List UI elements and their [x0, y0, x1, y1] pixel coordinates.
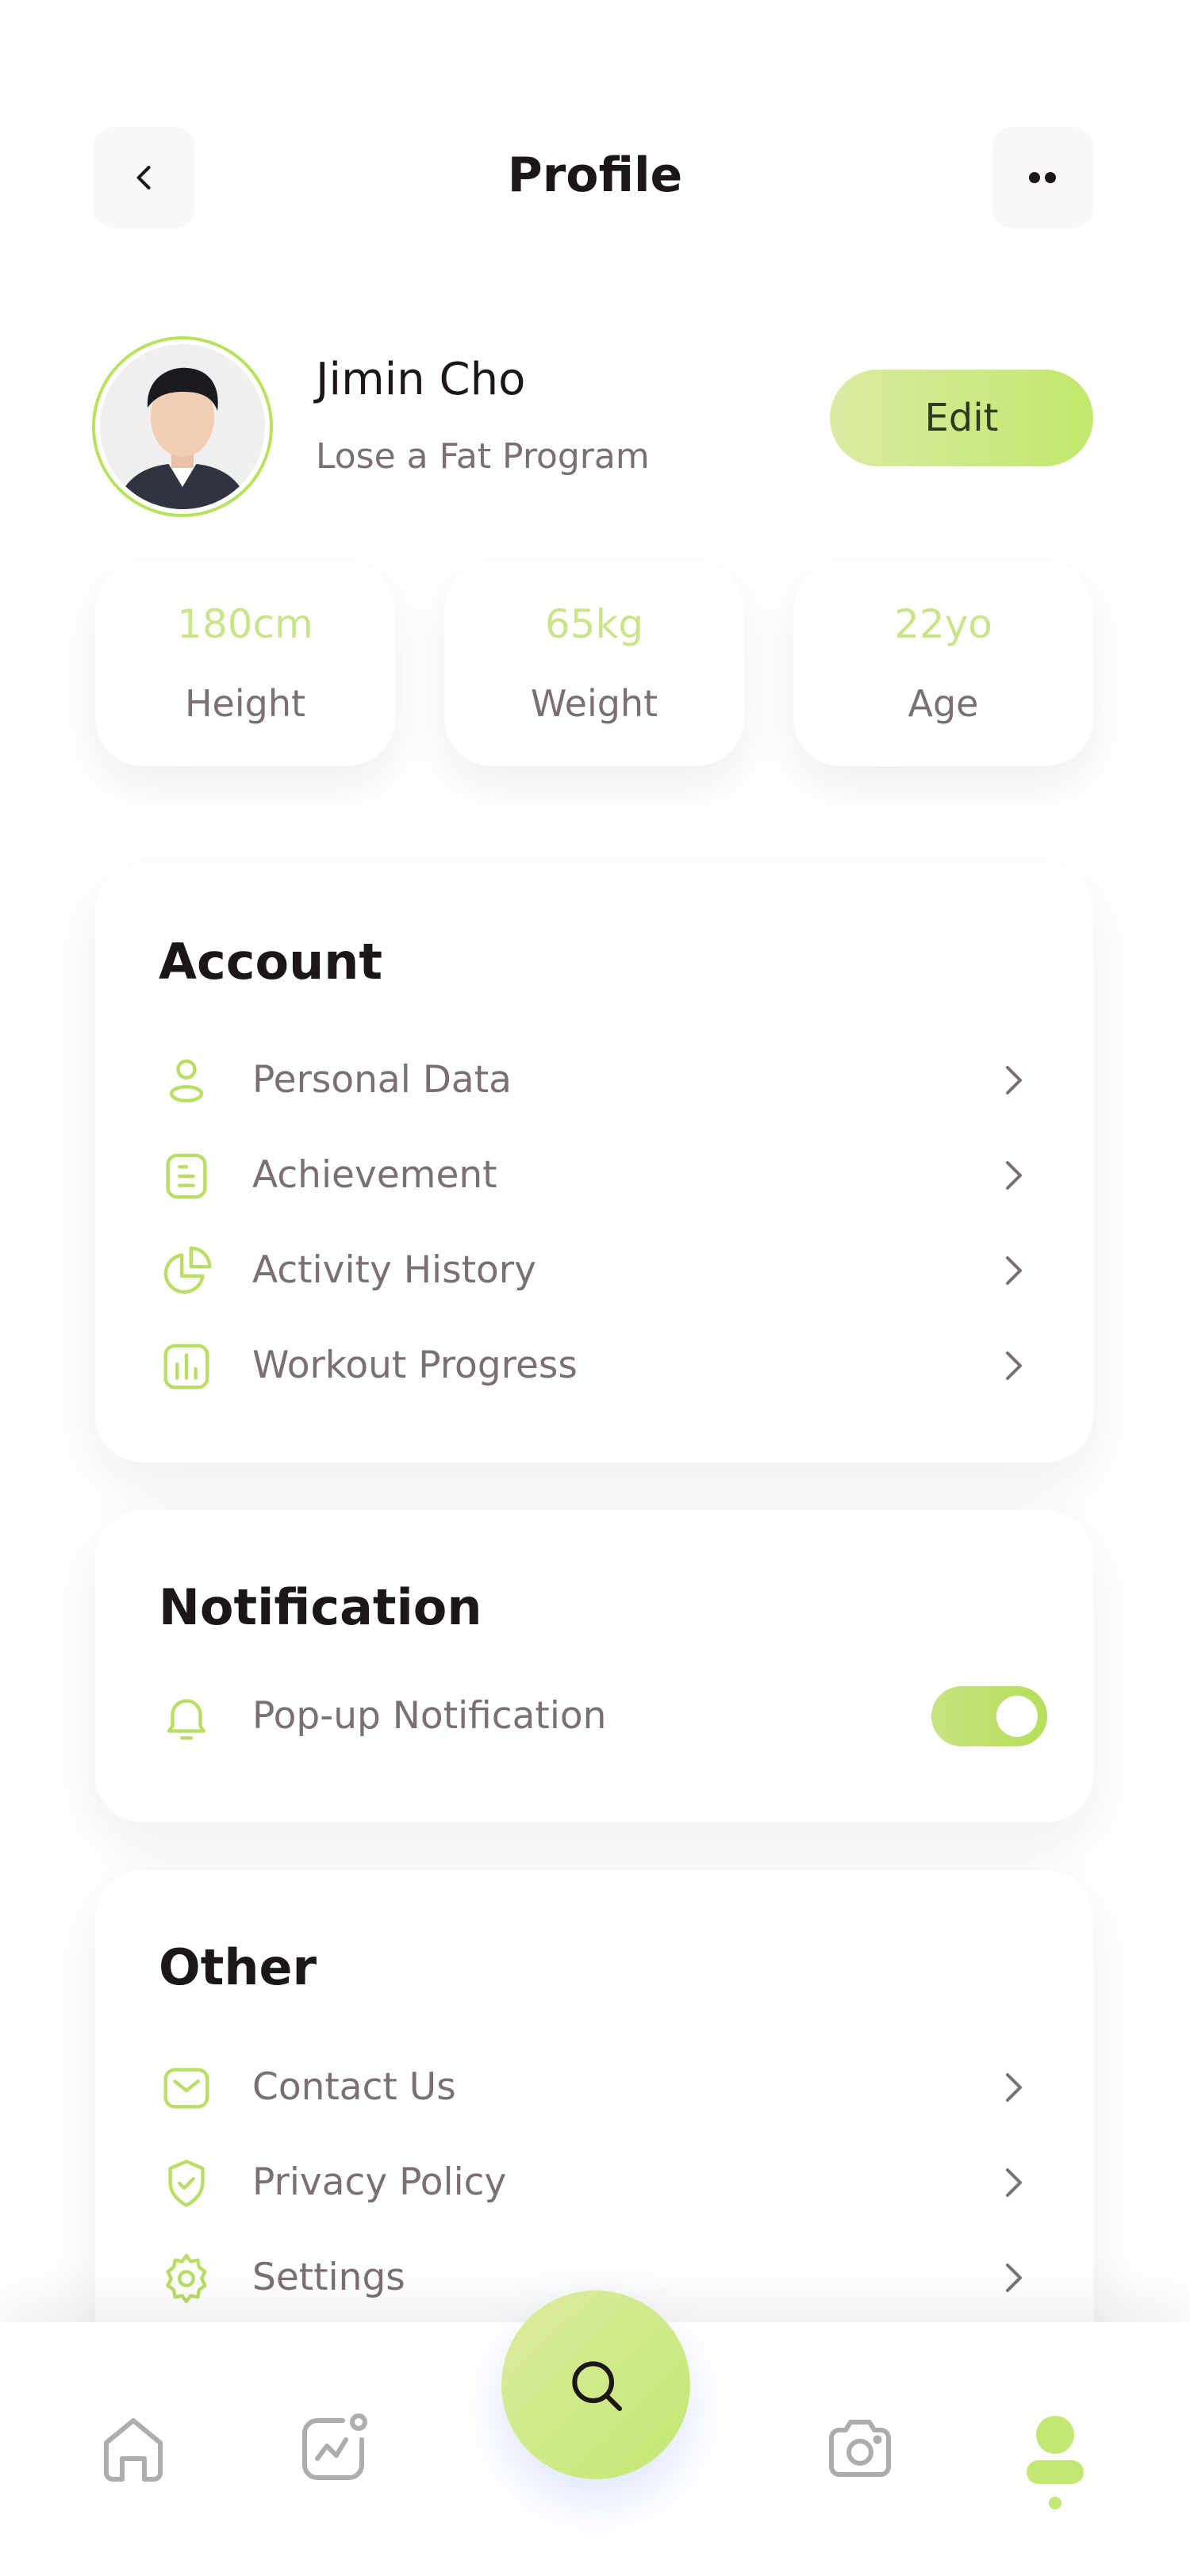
- mail-icon: [163, 2068, 209, 2109]
- stat-weight-card: 65kg Weight: [444, 562, 744, 766]
- account-item-workout-progress[interactable]: Workout Progress: [159, 1326, 1031, 1405]
- chevron-right-icon: [1006, 1161, 1022, 1190]
- notification-item-popup: Pop-up Notification: [159, 1677, 1031, 1756]
- chevron-right-icon: [1006, 1351, 1022, 1380]
- home-icon[interactable]: [95, 2411, 171, 2487]
- other-item-contact-us[interactable]: Contact Us: [159, 2048, 1031, 2127]
- stat-value: 65kg: [544, 601, 644, 647]
- stat-height-card: 180cm Height: [95, 562, 395, 766]
- document-icon: [166, 1153, 207, 1199]
- stat-label: Age: [908, 682, 979, 725]
- notification-title: Notification: [159, 1578, 482, 1636]
- chevron-right-icon: [1006, 1256, 1022, 1285]
- stat-value: 180cm: [177, 601, 313, 647]
- account-item-label: Achievement: [252, 1153, 497, 1197]
- bell-icon: [167, 1699, 206, 1740]
- account-card: Account Personal Data Achievement Activi…: [95, 863, 1093, 1462]
- account-item-label: Personal Data: [252, 1058, 512, 1102]
- notification-card: Notification Pop-up Notification: [95, 1510, 1093, 1823]
- chevron-right-icon: [1006, 1066, 1022, 1094]
- camera-icon[interactable]: [822, 2411, 898, 2487]
- popup-notification-toggle[interactable]: [931, 1686, 1047, 1746]
- notification-item-label: Pop-up Notification: [252, 1694, 607, 1738]
- account-item-personal-data[interactable]: Personal Data: [159, 1041, 1031, 1120]
- edit-profile-button[interactable]: Edit: [830, 370, 1093, 466]
- account-item-achievement[interactable]: Achievement: [159, 1136, 1031, 1215]
- other-item-label: Privacy Policy: [252, 2160, 507, 2204]
- stat-label: Weight: [530, 682, 658, 725]
- avatar: [92, 336, 273, 517]
- other-item-label: Contact Us: [252, 2065, 456, 2109]
- stat-label: Height: [184, 682, 306, 725]
- account-item-label: Activity History: [252, 1248, 536, 1292]
- more-dots-icon: [1029, 172, 1056, 183]
- other-item-label: Settings: [252, 2256, 405, 2299]
- user-name: Jimin Cho: [316, 354, 526, 405]
- stat-value: 22yo: [894, 601, 992, 647]
- search-icon: [572, 2361, 622, 2411]
- pie-chart-icon: [163, 1246, 212, 1294]
- user-program: Lose a Fat Program: [316, 436, 650, 477]
- other-item-privacy-policy[interactable]: Privacy Policy: [159, 2143, 1031, 2222]
- bar-chart-icon: [163, 1344, 209, 1390]
- other-title: Other: [159, 1938, 317, 1996]
- profile-icon[interactable]: [1017, 2411, 1093, 2514]
- account-item-label: Workout Progress: [252, 1344, 578, 1387]
- account-title: Account: [159, 933, 382, 991]
- account-item-activity-history[interactable]: Activity History: [159, 1231, 1031, 1310]
- gear-icon: [166, 2253, 207, 2304]
- shield-icon: [168, 2160, 205, 2207]
- chevron-right-icon: [1006, 2264, 1022, 2292]
- user-icon: [169, 1059, 204, 1102]
- chevron-right-icon: [1006, 2073, 1022, 2102]
- more-options-button[interactable]: [992, 127, 1093, 228]
- search-button[interactable]: [501, 2290, 690, 2479]
- toggle-knob: [996, 1696, 1038, 1737]
- activity-icon[interactable]: [295, 2411, 371, 2487]
- chevron-right-icon: [1006, 2168, 1022, 2197]
- stat-age-card: 22yo Age: [793, 562, 1093, 766]
